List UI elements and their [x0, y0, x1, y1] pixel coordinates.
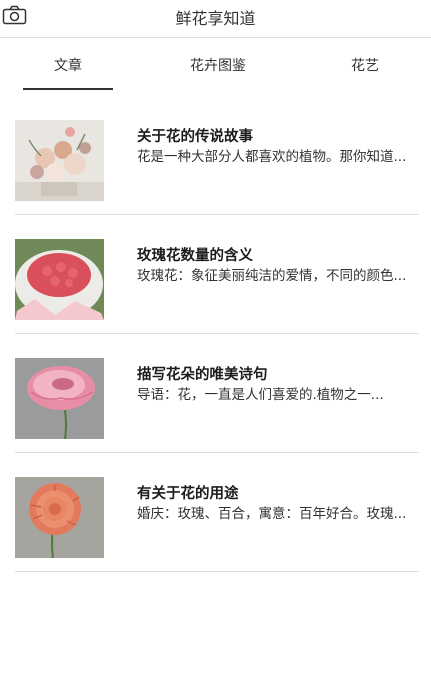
tab-flower-guide[interactable]: 花卉图鉴 — [168, 55, 268, 75]
article-thumbnail-pink-flower — [15, 358, 104, 439]
list-item[interactable]: 描写花朵的唯美诗句 导语：花，一直是人们喜爱的.植物之一... — [0, 329, 431, 448]
list-item[interactable]: 有关于花的用途 婚庆：玫瑰、百合，寓意：百年好合。玫瑰... — [0, 448, 431, 567]
tab-articles[interactable]: 文章 — [23, 55, 113, 75]
app-header: 鲜花享知道 — [0, 0, 431, 38]
list-item[interactable]: 关于花的传说故事 花是一种大部分人都喜欢的植物。那你知道... — [0, 91, 431, 210]
article-title: 有关于花的用途 — [137, 486, 239, 502]
article-description: 导语：花，一直是人们喜爱的.植物之一... — [137, 387, 384, 403]
article-thumbnail-bouquet — [15, 120, 104, 201]
list-item[interactable]: 玫瑰花数量的含义 玫瑰花：象征美丽纯洁的爱情，不同的颜色... — [0, 210, 431, 329]
divider — [15, 571, 419, 572]
article-description: 花是一种大部分人都喜欢的植物。那你知道... — [137, 149, 407, 165]
page-title: 鲜花享知道 — [175, 9, 256, 28]
active-tab-indicator — [23, 88, 113, 90]
article-title: 关于花的传说故事 — [137, 129, 253, 145]
article-description: 婚庆：玫瑰、百合，寓意：百年好合。玫瑰... — [137, 506, 407, 522]
article-title: 玫瑰花数量的含义 — [137, 248, 253, 264]
tab-bar: 文章 花卉图鉴 花艺 — [0, 39, 431, 91]
article-description: 玫瑰花：象征美丽纯洁的爱情，不同的颜色... — [137, 268, 407, 284]
tab-floral-art[interactable]: 花艺 — [335, 55, 395, 75]
article-thumbnail-dahlia — [15, 477, 104, 558]
article-thumbnail-roses — [15, 239, 104, 320]
article-title: 描写花朵的唯美诗句 — [137, 367, 268, 383]
